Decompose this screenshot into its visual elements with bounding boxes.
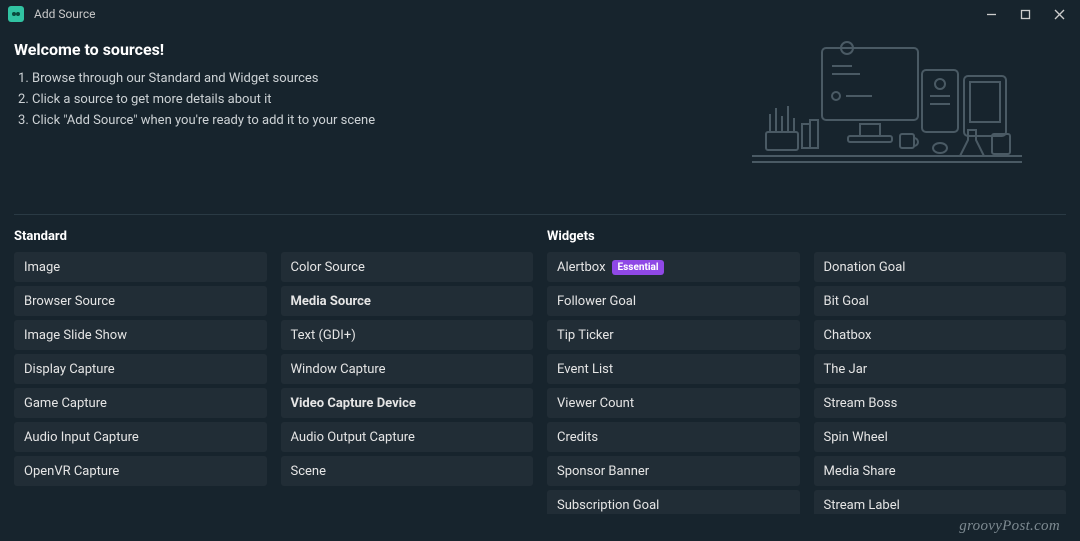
source-audio-input-capture[interactable]: Audio Input Capture xyxy=(14,422,267,452)
widget-bit-goal[interactable]: Bit Goal xyxy=(814,286,1067,316)
widget-donation-goal[interactable]: Donation Goal xyxy=(814,252,1067,282)
titlebar: Add Source xyxy=(0,0,1080,28)
widget-subscription-goal[interactable]: Subscription Goal xyxy=(547,490,800,514)
step-item: Browse through our Standard and Widget s… xyxy=(32,69,375,90)
standard-section: Standard Image Browser Source Image Slid… xyxy=(14,229,533,514)
step-item: Click a source to get more details about… xyxy=(32,90,375,111)
welcome-steps: Browse through our Standard and Widget s… xyxy=(14,69,375,131)
widget-chatbox[interactable]: Chatbox xyxy=(814,320,1067,350)
step-item: Click "Add Source" when you're ready to … xyxy=(32,111,375,132)
minimize-button[interactable] xyxy=(978,1,1004,27)
app-icon xyxy=(8,6,24,22)
widget-media-share[interactable]: Media Share xyxy=(814,456,1067,486)
widget-stream-boss[interactable]: Stream Boss xyxy=(814,388,1067,418)
widgets-header: Widgets xyxy=(547,229,1066,244)
widget-tip-ticker[interactable]: Tip Ticker xyxy=(547,320,800,350)
close-button[interactable] xyxy=(1046,1,1072,27)
welcome-section: Welcome to sources! Browse through our S… xyxy=(14,40,1066,215)
widget-alertbox[interactable]: Alertbox Essential xyxy=(547,252,800,282)
standard-header: Standard xyxy=(14,229,533,244)
source-window-capture[interactable]: Window Capture xyxy=(281,354,534,384)
widget-sponsor-banner[interactable]: Sponsor Banner xyxy=(547,456,800,486)
source-image[interactable]: Image xyxy=(14,252,267,282)
source-display-capture[interactable]: Display Capture xyxy=(14,354,267,384)
source-media-source[interactable]: Media Source xyxy=(281,286,534,316)
maximize-button[interactable] xyxy=(1012,1,1038,27)
widget-the-jar[interactable]: The Jar xyxy=(814,354,1067,384)
watermark: groovyPost.com xyxy=(959,518,1060,535)
source-text-gdi[interactable]: Text (GDI+) xyxy=(281,320,534,350)
essential-badge: Essential xyxy=(612,260,665,275)
widget-stream-label[interactable]: Stream Label xyxy=(814,490,1067,514)
sources-area: Standard Image Browser Source Image Slid… xyxy=(14,229,1066,514)
source-video-capture-device[interactable]: Video Capture Device xyxy=(281,388,534,418)
widget-viewer-count[interactable]: Viewer Count xyxy=(547,388,800,418)
widget-follower-goal[interactable]: Follower Goal xyxy=(547,286,800,316)
source-browser-source[interactable]: Browser Source xyxy=(14,286,267,316)
widget-spin-wheel[interactable]: Spin Wheel xyxy=(814,422,1067,452)
widgets-section: Widgets Alertbox Essential Follower Goal… xyxy=(547,229,1066,514)
source-color-source[interactable]: Color Source xyxy=(281,252,534,282)
welcome-heading: Welcome to sources! xyxy=(14,40,375,59)
widget-credits[interactable]: Credits xyxy=(547,422,800,452)
source-audio-output-capture[interactable]: Audio Output Capture xyxy=(281,422,534,452)
source-image-slide-show[interactable]: Image Slide Show xyxy=(14,320,267,350)
source-game-capture[interactable]: Game Capture xyxy=(14,388,267,418)
source-scene[interactable]: Scene xyxy=(281,456,534,486)
widget-event-list[interactable]: Event List xyxy=(547,354,800,384)
source-openvr-capture[interactable]: OpenVR Capture xyxy=(14,456,267,486)
window-title: Add Source xyxy=(34,7,978,21)
desk-illustration xyxy=(752,40,1022,170)
window-controls xyxy=(978,1,1072,27)
